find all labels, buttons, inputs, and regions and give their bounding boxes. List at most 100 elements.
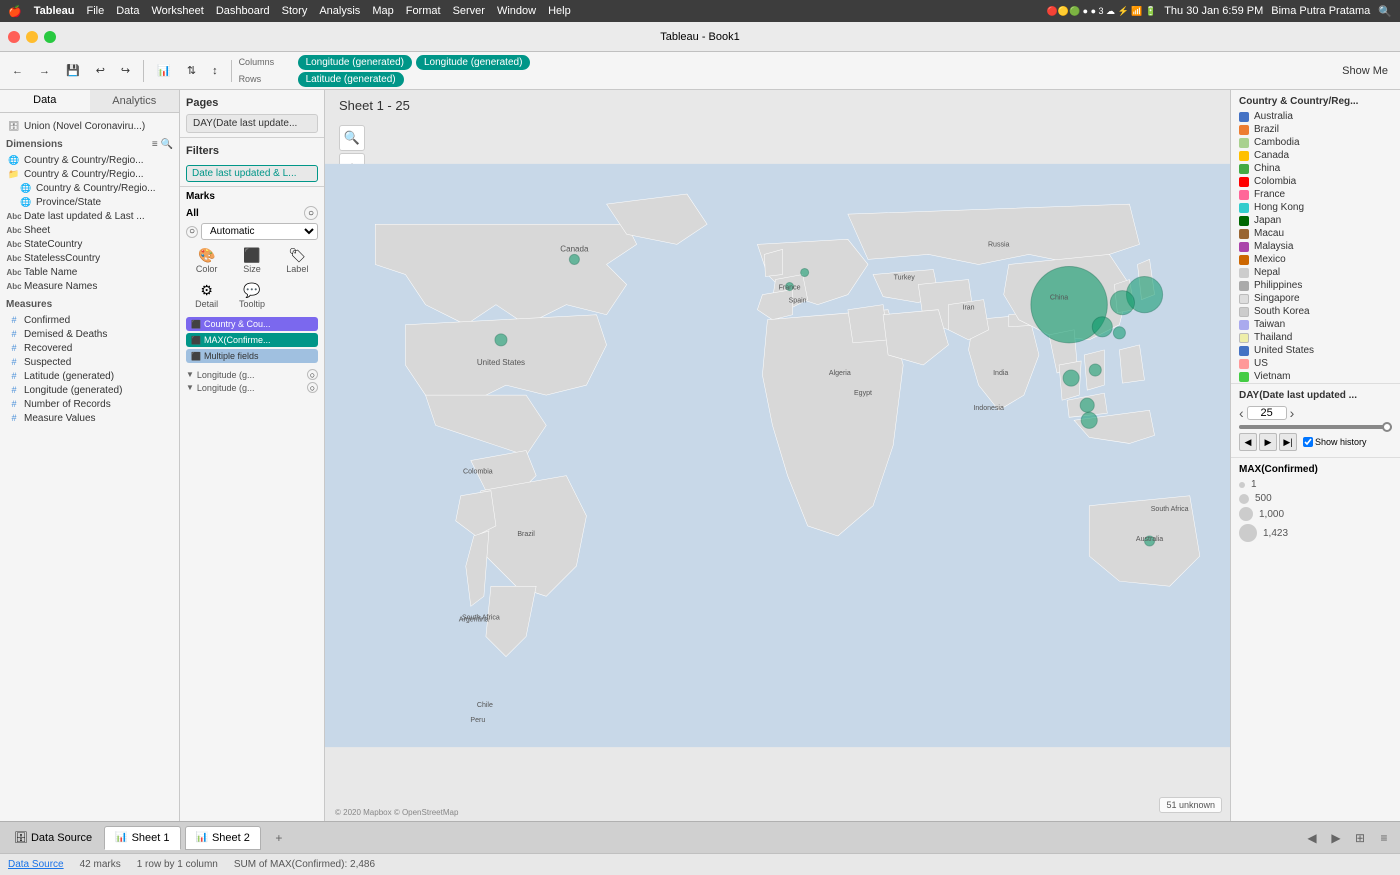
maximize-button[interactable] <box>44 31 56 43</box>
bubble-malaysia[interactable] <box>1080 398 1094 412</box>
legend-brazil[interactable]: Brazil <box>1231 123 1400 136</box>
bubble-south-korea[interactable] <box>1110 291 1134 315</box>
menu-file[interactable]: File <box>86 5 104 17</box>
measure-demised[interactable]: # Demised & Deaths <box>6 327 173 341</box>
tab-data[interactable]: Data <box>0 90 90 112</box>
marks-radio[interactable]: ○ <box>304 206 318 220</box>
dim-measure-names[interactable]: Abc Measure Names <box>6 279 173 293</box>
legend-philippines[interactable]: Philippines <box>1231 279 1400 292</box>
marks-cell-label[interactable]: 🏷 Label <box>277 245 318 276</box>
marks-cell-size[interactable]: ⬛ Size <box>231 245 272 276</box>
playback-prev-button[interactable]: ◀ <box>1239 433 1257 451</box>
col-pill-1[interactable]: Longitude (generated) <box>298 55 412 70</box>
legend-vietnam[interactable]: Vietnam <box>1231 370 1400 383</box>
menu-story[interactable]: Story <box>282 5 308 17</box>
filter-pill-1[interactable]: Date last updated & L... <box>186 165 318 182</box>
undo-button[interactable]: ↩ <box>90 61 111 80</box>
legend-australia[interactable]: Australia <box>1231 110 1400 123</box>
legend-malaysia[interactable]: Malaysia <box>1231 240 1400 253</box>
forward-button[interactable]: → <box>33 62 56 80</box>
dim-country-region-1[interactable]: 🌐 Country & Country/Regio... <box>6 153 173 167</box>
legend-singapore[interactable]: Singapore <box>1231 292 1400 305</box>
bubble-canada[interactable] <box>569 254 579 264</box>
dim-stateless-country[interactable]: Abc StatelessCountry <box>6 251 173 265</box>
legend-japan[interactable]: Japan <box>1231 214 1400 227</box>
bubble-us[interactable] <box>495 334 507 346</box>
measure-latitude[interactable]: # Latitude (generated) <box>6 369 173 383</box>
playback-play-button[interactable]: ▶ <box>1259 433 1277 451</box>
search-icon[interactable]: 🔍 <box>1378 5 1392 18</box>
measure-confirmed[interactable]: # Confirmed <box>6 313 173 327</box>
legend-hong-kong[interactable]: Hong Kong <box>1231 201 1400 214</box>
marks-field-country[interactable]: ⬛ Country & Cou... <box>186 317 318 331</box>
data-source-button[interactable]: 📊 <box>151 61 177 80</box>
legend-macau[interactable]: Macau <box>1231 227 1400 240</box>
measure-num-records[interactable]: # Number of Records <box>6 397 173 411</box>
legend-france[interactable]: France <box>1231 188 1400 201</box>
menu-analysis[interactable]: Analysis <box>319 5 360 17</box>
legend-cambodia[interactable]: Cambodia <box>1231 136 1400 149</box>
tab-sheet-1[interactable]: 📊 Sheet 1 <box>104 826 180 850</box>
dim-table-name[interactable]: Abc Table Name <box>6 265 173 279</box>
bubble-hong-kong[interactable] <box>1092 317 1112 337</box>
show-history-checkbox[interactable] <box>1303 437 1313 447</box>
data-source-tab[interactable]: 🗄 Data Source <box>6 829 100 846</box>
sort-button[interactable]: ↕ <box>206 62 224 80</box>
data-source-item[interactable]: 🗄 Union (Novel Coronaviru...) <box>6 119 173 133</box>
marks-cell-tooltip[interactable]: 💬 Tooltip <box>231 280 272 311</box>
pages-pill[interactable]: DAY(Date last update... <box>186 114 318 133</box>
legend-mexico[interactable]: Mexico <box>1231 253 1400 266</box>
menu-dashboard[interactable]: Dashboard <box>216 5 270 17</box>
day-prev-button[interactable]: ‹ <box>1239 405 1244 421</box>
dim-state-country[interactable]: Abc StateCountry <box>6 237 173 251</box>
marks-cell-color[interactable]: 🎨 Color <box>186 245 227 276</box>
bubble-vietnam[interactable] <box>1089 364 1101 376</box>
marks-field-multiple[interactable]: ⬛ Multiple fields <box>186 349 318 363</box>
dim-sheet[interactable]: Abc Sheet <box>6 223 173 237</box>
tab-sheet-2[interactable]: 📊 Sheet 2 <box>185 826 261 850</box>
grid-view-button[interactable]: ⊞ <box>1350 828 1370 848</box>
legend-china[interactable]: China <box>1231 162 1400 175</box>
redo-button[interactable]: ↪ <box>115 61 136 80</box>
swap-button[interactable]: ⇅ <box>181 61 202 80</box>
show-me-button[interactable]: Show Me <box>1336 62 1394 80</box>
measure-recovered[interactable]: # Recovered <box>6 341 173 355</box>
bubble-germany[interactable] <box>801 268 809 276</box>
bubble-taiwan[interactable] <box>1113 327 1125 339</box>
tab-nav-prev[interactable]: ◀ <box>1302 828 1322 848</box>
dim-province-state[interactable]: 🌐 Province/State <box>6 195 173 209</box>
row-pill[interactable]: Latitude (generated) <box>298 72 404 87</box>
longitude-radio-1[interactable]: ○ <box>307 369 318 380</box>
menu-help[interactable]: Help <box>548 5 571 17</box>
list-view-button[interactable]: ≡ <box>1374 828 1394 848</box>
col-pill-2[interactable]: Longitude (generated) <box>416 55 530 70</box>
legend-canada[interactable]: Canada <box>1231 149 1400 162</box>
playback-next-button[interactable]: ▶| <box>1279 433 1297 451</box>
dim-country-folder[interactable]: 📁 Country & Country/Regio... <box>6 167 173 181</box>
day-slider-thumb[interactable] <box>1382 422 1392 432</box>
day-next-button[interactable]: › <box>1290 405 1295 421</box>
legend-nepal[interactable]: Nepal <box>1231 266 1400 279</box>
dim-date-updated[interactable]: Abc Date last updated & Last ... <box>6 209 173 223</box>
data-source-link[interactable]: Data Source <box>8 859 64 870</box>
measure-values[interactable]: # Measure Values <box>6 411 173 425</box>
menu-data[interactable]: Data <box>116 5 139 17</box>
menu-worksheet[interactable]: Worksheet <box>151 5 203 17</box>
measure-suspected[interactable]: # Suspected <box>6 355 173 369</box>
dimensions-actions[interactable]: ≡ 🔍 <box>152 139 173 150</box>
menu-server[interactable]: Server <box>453 5 485 17</box>
menu-format[interactable]: Format <box>406 5 441 17</box>
marks-type-select[interactable]: Automatic <box>201 223 318 240</box>
legend-colombia[interactable]: Colombia <box>1231 175 1400 188</box>
bubble-singapore[interactable] <box>1081 412 1097 428</box>
menu-map[interactable]: Map <box>372 5 393 17</box>
close-button[interactable] <box>8 31 20 43</box>
legend-us[interactable]: US <box>1231 357 1400 370</box>
tab-analytics[interactable]: Analytics <box>90 90 180 112</box>
tab-nav-next[interactable]: ▶ <box>1326 828 1346 848</box>
legend-taiwan[interactable]: Taiwan <box>1231 318 1400 331</box>
back-button[interactable]: ← <box>6 62 29 80</box>
day-value-input[interactable] <box>1247 406 1287 420</box>
minimize-button[interactable] <box>26 31 38 43</box>
dim-country-region-2[interactable]: 🌐 Country & Country/Regio... <box>6 181 173 195</box>
